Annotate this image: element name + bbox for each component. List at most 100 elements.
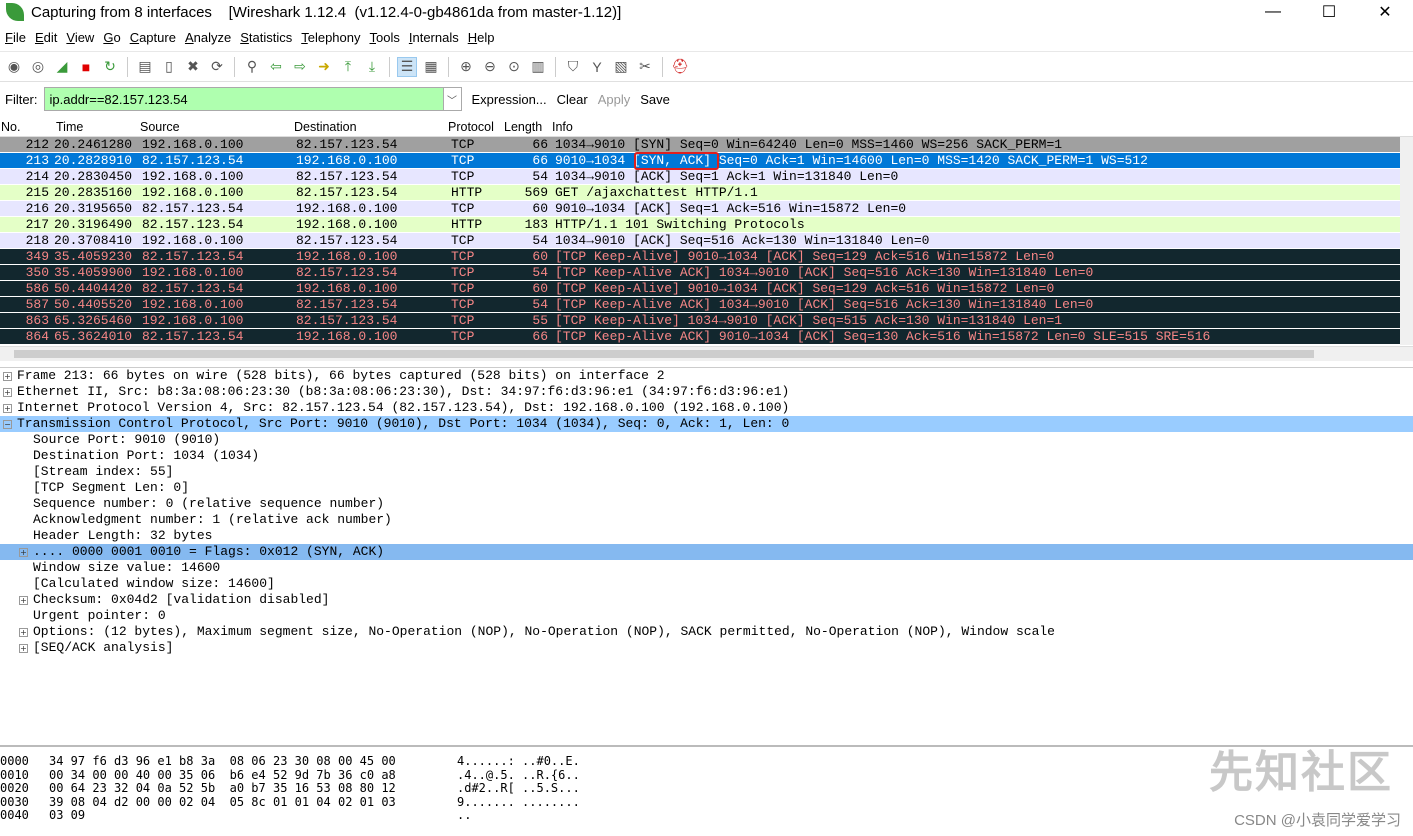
expand-icon[interactable]: + <box>3 403 12 413</box>
menu-statistics[interactable]: Statistics <box>240 30 292 45</box>
packet-row[interactable]: 216 20.3195650 82.157.123.54 192.168.0.100 T… <box>0 201 1413 217</box>
save-button[interactable]: Save <box>640 92 670 107</box>
go-to-packet-icon[interactable]: ➜ <box>314 57 334 77</box>
first-packet-icon[interactable]: ⤒ <box>338 57 358 77</box>
expand-icon[interactable]: + <box>19 595 28 605</box>
hex-ascii[interactable]: 9....... ........ <box>457 795 580 809</box>
autoscroll-icon[interactable]: ▦ <box>421 57 441 77</box>
column-header-time[interactable]: Time <box>55 120 139 136</box>
tree-item[interactable]: + [SEQ/ACK analysis] <box>0 640 1413 656</box>
stop-capture-icon[interactable]: ■ <box>76 57 96 77</box>
menu-view[interactable]: View <box>66 30 94 45</box>
last-packet-icon[interactable]: ⤓ <box>362 57 382 77</box>
column-header-no[interactable]: No. <box>0 120 55 136</box>
reload-icon[interactable]: ⟳ <box>207 57 227 77</box>
menu-analyze[interactable]: Analyze <box>185 30 231 45</box>
expand-icon[interactable]: + <box>19 547 28 557</box>
capture-filters-icon[interactable]: ⛉ <box>563 57 583 77</box>
packet-row[interactable]: 215 20.2835160 192.168.0.100 82.157.123.54 H… <box>0 185 1413 201</box>
packet-list-hscrollbar[interactable] <box>0 346 1413 361</box>
tree-item[interactable]: [Stream index: 55] <box>0 464 1413 480</box>
tree-item[interactable]: + .... 0000 0001 0010 = Flags: 0x012 (SYN… <box>0 544 1413 560</box>
packet-row[interactable]: 218 20.3708410 192.168.0.100 82.157.123.54 T… <box>0 233 1413 249</box>
save-file-icon[interactable]: ▯ <box>159 57 179 77</box>
menu-file[interactable]: File <box>5 30 26 45</box>
menu-internals[interactable]: Internals <box>409 30 459 45</box>
restart-capture-icon[interactable]: ↻ <box>100 57 120 77</box>
packet-row[interactable]: 863 65.3265460 192.168.0.100 82.157.123.54 T… <box>0 313 1413 329</box>
column-header-length[interactable]: Length <box>503 120 551 136</box>
packet-row[interactable]: 587 50.4405520 192.168.0.100 82.157.123.54 T… <box>0 297 1413 313</box>
tree-item[interactable]: + Checksum: 0x04d2 [validation disabled] <box>0 592 1413 608</box>
expand-icon[interactable]: + <box>19 643 28 653</box>
tree-item[interactable]: + Frame 213: 66 bytes on wire (528 bits),… <box>0 368 1413 384</box>
expand-icon[interactable]: + <box>3 371 12 381</box>
colorize-icon[interactable]: ☰ <box>397 56 417 77</box>
packet-row[interactable]: 349 35.4059230 82.157.123.54 192.168.0.100 T… <box>0 249 1413 265</box>
column-header-protocol[interactable]: Protocol <box>447 120 503 136</box>
tree-item[interactable]: [TCP Segment Len: 0] <box>0 480 1413 496</box>
menu-help[interactable]: Help <box>468 30 495 45</box>
hex-ascii[interactable]: .. <box>457 808 471 822</box>
close-icon[interactable]: ✕ <box>1357 0 1413 24</box>
menu-tools[interactable]: Tools <box>370 30 400 45</box>
start-capture-icon[interactable]: ◢ <box>52 57 72 77</box>
chevron-down-icon[interactable]: ﹀ <box>443 87 462 111</box>
tree-item[interactable]: [Calculated window size: 14600] <box>0 576 1413 592</box>
packet-row[interactable]: 864 65.3624010 82.157.123.54 192.168.0.100 T… <box>0 329 1413 345</box>
hex-bytes[interactable]: 34 97 f6 d3 96 e1 b8 3a 08 06 23 30 08 0… <box>49 754 457 768</box>
menu-go[interactable]: Go <box>103 30 120 45</box>
interfaces-icon[interactable]: ◉ <box>4 57 24 77</box>
packet-row[interactable]: 350 35.4059900 192.168.0.100 82.157.123.54 T… <box>0 265 1413 281</box>
menu-telephony[interactable]: Telephony <box>301 30 360 45</box>
packet-row[interactable]: 214 20.2830450 192.168.0.100 82.157.123.54 T… <box>0 169 1413 185</box>
options-icon[interactable]: ◎ <box>28 57 48 77</box>
minimize-icon[interactable]: — <box>1245 0 1301 24</box>
tree-item[interactable]: Acknowledgment number: 1 (relative ack n… <box>0 512 1413 528</box>
forward-icon[interactable]: ⇨ <box>290 57 310 77</box>
tree-item[interactable]: Sequence number: 0 (relative sequence nu… <box>0 496 1413 512</box>
expand-icon[interactable]: + <box>3 387 12 397</box>
help-icon[interactable]: ⛑ <box>670 57 690 77</box>
apply-button[interactable]: Apply <box>598 92 631 107</box>
packet-row[interactable]: 217 20.3196490 82.157.123.54 192.168.0.100 H… <box>0 217 1413 233</box>
hex-ascii[interactable]: .d#2..R[ ..5.S... <box>457 781 580 795</box>
find-icon[interactable]: ⚲ <box>242 57 262 77</box>
tree-item[interactable]: Header Length: 32 bytes <box>0 528 1413 544</box>
tree-item[interactable]: Source Port: 9010 (9010) <box>0 432 1413 448</box>
tree-item[interactable]: Window size value: 14600 <box>0 560 1413 576</box>
tree-item[interactable]: + Options: (12 bytes), Maximum segment si… <box>0 624 1413 640</box>
column-header-source[interactable]: Source <box>139 120 293 136</box>
close-file-icon[interactable]: ✖ <box>183 57 203 77</box>
hex-bytes[interactable]: 00 34 00 00 40 00 35 06 b6 e4 52 9d 7b 3… <box>49 768 457 782</box>
packet-row[interactable]: 212 20.2461280 192.168.0.100 82.157.123.54 T… <box>0 137 1413 153</box>
tree-item[interactable]: Destination Port: 1034 (1034) <box>0 448 1413 464</box>
column-header-info[interactable]: Info <box>551 120 573 136</box>
back-icon[interactable]: ⇦ <box>266 57 286 77</box>
packet-row[interactable]: 586 50.4404420 82.157.123.54 192.168.0.100 T… <box>0 281 1413 297</box>
collapse-icon[interactable]: − <box>3 419 12 429</box>
tree-item[interactable]: + Internet Protocol Version 4, Src: 82.15… <box>0 400 1413 416</box>
hex-bytes[interactable]: 03 09 <box>49 808 457 822</box>
hex-bytes[interactable]: 39 08 04 d2 00 00 02 04 05 8c 01 01 04 0… <box>49 795 457 809</box>
column-header-destination[interactable]: Destination <box>293 120 447 136</box>
tree-item[interactable]: + Ethernet II, Src: b8:3a:08:06:23:30 (b8… <box>0 384 1413 400</box>
hex-ascii[interactable]: 4......: ..#0..E. <box>457 754 580 768</box>
open-file-icon[interactable]: ▤ <box>135 57 155 77</box>
preferences-icon[interactable]: ✂ <box>635 57 655 77</box>
menu-capture[interactable]: Capture <box>130 30 176 45</box>
expand-icon[interactable]: + <box>19 627 28 637</box>
menu-edit[interactable]: Edit <box>35 30 57 45</box>
hex-ascii[interactable]: .4..@.5. ..R.{6.. <box>457 768 580 782</box>
maximize-icon[interactable]: ☐ <box>1301 0 1357 24</box>
tree-item[interactable]: Urgent pointer: 0 <box>0 608 1413 624</box>
normal-size-icon[interactable]: ⊙ <box>504 57 524 77</box>
expression-button[interactable]: Expression... <box>472 92 547 107</box>
scroll-thumb[interactable] <box>14 350 1314 358</box>
clear-button[interactable]: Clear <box>557 92 588 107</box>
coloring-rules-icon[interactable]: ▧ <box>611 57 631 77</box>
display-filters-icon[interactable]: Y <box>587 57 607 77</box>
display-filter-input[interactable]: ip.addr==82.157.123.54 <box>43 87 444 111</box>
packet-list-vscrollbar[interactable] <box>1400 137 1413 345</box>
hex-bytes[interactable]: 00 64 23 32 04 0a 52 5b a0 b7 35 16 53 0… <box>49 781 457 795</box>
